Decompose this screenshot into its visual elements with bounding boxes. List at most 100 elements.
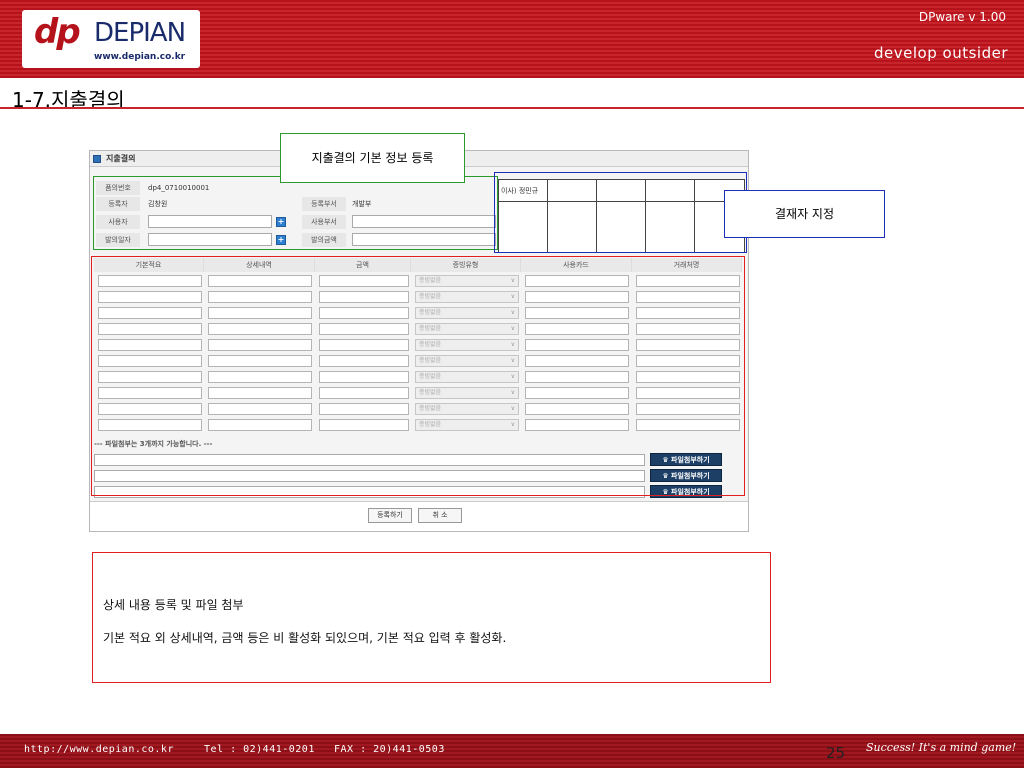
card-input[interactable] xyxy=(525,371,629,383)
card-input[interactable] xyxy=(525,355,629,367)
chevron-down-icon: ∨ xyxy=(510,357,515,364)
col-header: 증빙유형 xyxy=(411,258,521,272)
card-input[interactable] xyxy=(525,323,629,335)
date-input[interactable] xyxy=(148,233,272,246)
select-value: 증빙없음 xyxy=(419,309,442,316)
card-input[interactable] xyxy=(525,291,629,303)
submit-button[interactable]: 등록하기 xyxy=(368,508,412,523)
amount-cell-input[interactable] xyxy=(319,339,409,351)
footer-fax: FAX : 20)441-0503 xyxy=(334,744,445,755)
basic-summary-input[interactable] xyxy=(98,291,202,303)
attach-file-input[interactable] xyxy=(94,454,645,466)
basic-summary-input[interactable] xyxy=(98,371,202,383)
basic-summary-input[interactable] xyxy=(98,387,202,399)
col-header: 거래처명 xyxy=(632,258,742,272)
table-row: 증빙없음 ∨ xyxy=(94,321,742,337)
attach-file-input[interactable] xyxy=(94,486,645,498)
amount-cell-input[interactable] xyxy=(319,371,409,383)
attach-file-button[interactable]: ♛ 파일첨부하기 xyxy=(650,469,722,482)
user-search-button[interactable]: + xyxy=(276,217,286,227)
amount-cell-input[interactable] xyxy=(319,291,409,303)
detail-input[interactable] xyxy=(208,387,312,399)
evidence-type-select[interactable]: 증빙없음 ∨ xyxy=(415,291,519,303)
basic-summary-input[interactable] xyxy=(98,323,202,335)
vendor-input[interactable] xyxy=(636,419,740,431)
vendor-input[interactable] xyxy=(636,371,740,383)
table-row: 증빙없음 ∨ xyxy=(94,401,742,417)
evidence-type-select[interactable]: 증빙없음 ∨ xyxy=(415,387,519,399)
logo: dp DEPIAN www.depian.co.kr xyxy=(22,10,200,68)
detail-input[interactable] xyxy=(208,291,312,303)
vendor-input[interactable] xyxy=(636,339,740,351)
attach-file-input[interactable] xyxy=(94,470,645,482)
approval-cell xyxy=(547,180,548,252)
vendor-input[interactable] xyxy=(636,307,740,319)
card-input[interactable] xyxy=(525,275,629,287)
amount-cell-input[interactable] xyxy=(319,355,409,367)
detail-input[interactable] xyxy=(208,339,312,351)
amount-cell-input[interactable] xyxy=(319,275,409,287)
card-input[interactable] xyxy=(525,403,629,415)
info-row-user: 사용자 + 사용부서 xyxy=(96,215,496,231)
attach-file-button[interactable]: ♛ 파일첨부하기 xyxy=(650,485,722,498)
amount-input[interactable] xyxy=(352,233,496,246)
basic-summary-input[interactable] xyxy=(98,307,202,319)
logo-mark: dp xyxy=(34,12,81,52)
expense-form-window: 지출결의 품의번호 dp4_0710010001 등록자 김창원 등록부서 개발… xyxy=(89,150,749,532)
vendor-input[interactable] xyxy=(636,403,740,415)
amount-cell-input[interactable] xyxy=(319,307,409,319)
chevron-down-icon: ∨ xyxy=(510,325,515,332)
detail-input[interactable] xyxy=(208,307,312,319)
vendor-input[interactable] xyxy=(636,323,740,335)
card-input[interactable] xyxy=(525,307,629,319)
basic-summary-input[interactable] xyxy=(98,419,202,431)
use-dept-label: 사용부서 xyxy=(302,215,346,229)
attach-file-button[interactable]: ♛ 파일첨부하기 xyxy=(650,453,722,466)
detail-input[interactable] xyxy=(208,355,312,367)
evidence-type-select[interactable]: 증빙없음 ∨ xyxy=(415,307,519,319)
amount-cell-input[interactable] xyxy=(319,387,409,399)
chevron-down-icon: ∨ xyxy=(510,309,515,316)
basic-summary-input[interactable] xyxy=(98,275,202,287)
cancel-button[interactable]: 취 소 xyxy=(418,508,462,523)
writer-value: 김창원 xyxy=(148,200,168,208)
vendor-input[interactable] xyxy=(636,291,740,303)
card-input[interactable] xyxy=(525,339,629,351)
select-value: 증빙없음 xyxy=(419,293,442,300)
detail-input[interactable] xyxy=(208,419,312,431)
vendor-input[interactable] xyxy=(636,355,740,367)
card-input[interactable] xyxy=(525,419,629,431)
header-banner: dp DEPIAN www.depian.co.kr DPware v 1.00… xyxy=(0,0,1024,78)
evidence-type-select[interactable]: 증빙없음 ∨ xyxy=(415,339,519,351)
vendor-input[interactable] xyxy=(636,275,740,287)
approval-cell xyxy=(694,180,695,252)
amount-cell-input[interactable] xyxy=(319,419,409,431)
evidence-type-select[interactable]: 증빙없음 ∨ xyxy=(415,419,519,431)
vendor-input[interactable] xyxy=(636,387,740,399)
evidence-type-select[interactable]: 증빙없음 ∨ xyxy=(415,275,519,287)
detail-input[interactable] xyxy=(208,323,312,335)
page-number: 25 xyxy=(826,744,846,762)
approval-grid[interactable]: 이사) 정민규 xyxy=(498,179,745,253)
evidence-type-select[interactable]: 증빙없음 ∨ xyxy=(415,371,519,383)
approver-callout: 결재자 지정 xyxy=(724,190,885,238)
amount-label: 발의금액 xyxy=(302,233,346,247)
evidence-type-select[interactable]: 증빙없음 ∨ xyxy=(415,403,519,415)
footer-slogan: Success! It's a mind game! xyxy=(866,741,1017,754)
user-input[interactable] xyxy=(148,215,272,228)
basic-summary-input[interactable] xyxy=(98,355,202,367)
footer-tel: Tel : 02)441-0201 xyxy=(204,744,315,755)
amount-cell-input[interactable] xyxy=(319,403,409,415)
detail-input[interactable] xyxy=(208,275,312,287)
basic-summary-input[interactable] xyxy=(98,339,202,351)
card-input[interactable] xyxy=(525,387,629,399)
attach-note: --- 파일첨부는 3개까지 가능합니다. --- xyxy=(94,440,213,448)
evidence-type-select[interactable]: 증빙없음 ∨ xyxy=(415,355,519,367)
evidence-type-select[interactable]: 증빙없음 ∨ xyxy=(415,323,519,335)
amount-cell-input[interactable] xyxy=(319,323,409,335)
basic-summary-input[interactable] xyxy=(98,403,202,415)
use-dept-input[interactable] xyxy=(352,215,496,228)
detail-input[interactable] xyxy=(208,403,312,415)
detail-input[interactable] xyxy=(208,371,312,383)
date-picker-button[interactable]: + xyxy=(276,235,286,245)
